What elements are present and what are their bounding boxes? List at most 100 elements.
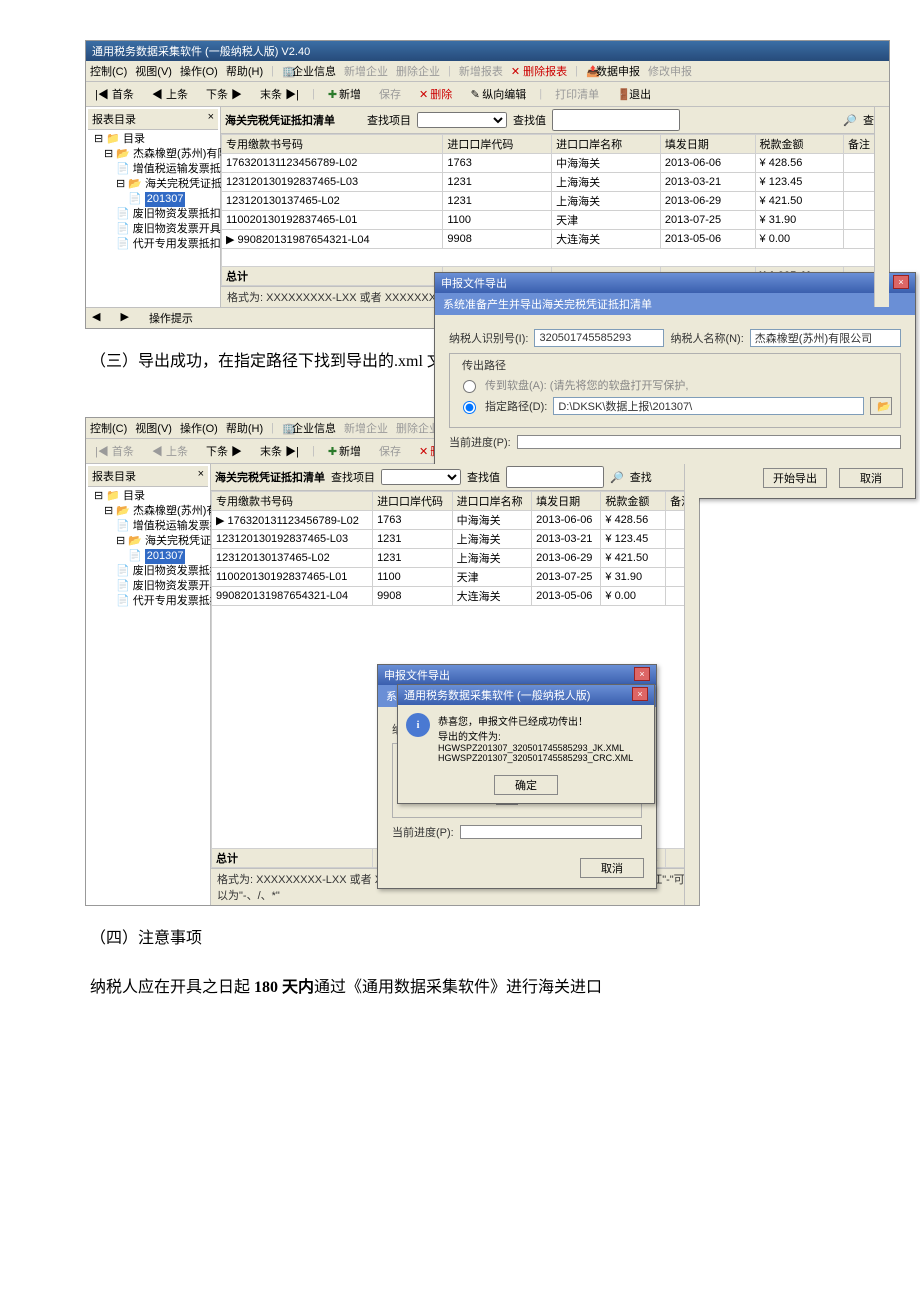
col-header[interactable]: 税款金额 [755, 135, 843, 154]
tree-company[interactable]: ⊟ 📂 杰森橡塑(苏州)有限公司 [94, 504, 206, 519]
last-button[interactable]: 末条 ▶| [255, 84, 304, 104]
taxpayer-id-field[interactable]: 320501745585293 [534, 329, 664, 347]
dialog-close[interactable]: × [634, 667, 650, 681]
vertical-scrollbar[interactable] [684, 464, 699, 905]
first-button[interactable]: |◀ 首条 [90, 441, 139, 461]
col-header[interactable]: 进口口岸代码 [373, 492, 453, 511]
menu-operate[interactable]: 操作(O) [180, 63, 218, 79]
tree-item[interactable]: ⊟ 📂 海关完税凭证抵扣清单 [94, 177, 216, 192]
table-row[interactable]: 990820131987654321-L049908大连海关2013-05-06… [212, 587, 699, 606]
app-title: 通用税务数据采集软件 (一般纳税人版) V2.40 [92, 43, 310, 59]
dialog-close[interactable]: × [893, 275, 909, 289]
output-legend: 传出路径 [458, 357, 510, 373]
exit-button[interactable]: 🚪退出 [612, 84, 656, 104]
search-value-input[interactable] [506, 466, 604, 488]
tree-item[interactable]: 📄 增值税运输发票抵扣清单 [94, 519, 206, 534]
col-header[interactable]: 税款金额 [601, 492, 666, 511]
floppy-radio[interactable] [463, 380, 476, 393]
table-row[interactable]: 123120130192837465-L031231上海海关2013-03-21… [212, 530, 699, 549]
browse-button[interactable]: 📂 [870, 397, 892, 415]
tree-item[interactable]: 📄 废旧物资发票抵扣清单 [94, 564, 206, 579]
prev-button[interactable]: ◀ 上条 [147, 84, 193, 104]
tree-item[interactable]: 📄 代开专用发票抵扣清单 [94, 594, 206, 609]
tree-item-selected[interactable]: 📄 201307 [94, 549, 206, 564]
col-edit-button[interactable]: ✎纵向编辑 [465, 84, 531, 104]
print-button[interactable]: 打印清单 [550, 84, 604, 104]
col-header[interactable]: 填发日期 [660, 135, 755, 154]
next-button[interactable]: 下条 ▶ [201, 84, 247, 104]
ent-info-button[interactable]: 🏢企业信息 [282, 63, 336, 79]
ok-button[interactable]: 确定 [494, 775, 558, 795]
tree-root[interactable]: ⊟ 📁 目录 [94, 489, 206, 504]
taxpayer-name-field[interactable]: 杰森橡塑(苏州)有限公司 [750, 329, 901, 347]
col-header[interactable]: 进口口岸名称 [452, 492, 532, 511]
msgbox-close[interactable]: × [632, 687, 648, 701]
tree-item[interactable]: ⊟ 📂 海关完税凭证抵扣清单 [94, 534, 206, 549]
del-rpt-button[interactable]: ✕ 删除报表 [511, 63, 567, 79]
tree-item[interactable]: 📄 代开专用发票抵扣清单 [94, 237, 216, 252]
menu-control[interactable]: 控制(C) [90, 63, 127, 79]
find-button[interactable]: 查找 [630, 469, 652, 485]
menu-view[interactable]: 视图(V) [135, 420, 172, 436]
cancel-button[interactable]: 取消 [580, 858, 644, 878]
table-row[interactable]: 123120130192837465-L031231上海海关2013-03-21… [222, 173, 889, 192]
data-submit-button[interactable]: 📤数据申报 [586, 63, 640, 79]
menu-operate[interactable]: 操作(O) [180, 420, 218, 436]
mod-submit-button[interactable]: 修改申报 [648, 63, 692, 79]
delete-row-button[interactable]: ✕ 删除 [414, 84, 457, 104]
save-button[interactable]: 保存 [374, 441, 406, 461]
tree-item[interactable]: 📄 废旧物资发票开具清单 [94, 222, 216, 237]
col-header[interactable]: 专用缴款书号码 [212, 492, 373, 511]
table-row[interactable]: ▶ 990820131987654321-L049908大连海关2013-05-… [222, 230, 889, 249]
search-item-select[interactable] [417, 112, 507, 128]
table-row[interactable]: 123120130137465-L021231上海海关2013-06-29¥ 4… [222, 192, 889, 211]
tree-item[interactable]: 📄 废旧物资发票抵扣清单 [94, 207, 216, 222]
menu-control[interactable]: 控制(C) [90, 420, 127, 436]
menu-help[interactable]: 帮助(H) [226, 63, 263, 79]
menu-help[interactable]: 帮助(H) [226, 420, 263, 436]
cancel-button[interactable]: 取消 [839, 468, 903, 488]
prev-button[interactable]: ◀ 上条 [147, 441, 193, 461]
path-radio[interactable] [463, 401, 476, 414]
progress-label: 当前进度(P): [392, 824, 454, 840]
dialog-subtitle: 系统准备产生并导出海关完税凭证抵扣清单 [435, 293, 915, 315]
path-field[interactable]: D:\DKSK\数据上报\201307\ [553, 397, 864, 415]
vertical-scrollbar[interactable] [874, 107, 889, 307]
screenshot-1: 通用税务数据采集软件 (一般纳税人版) V2.40 控制(C) 视图(V) 操作… [85, 40, 890, 329]
msgbox-title: 通用税务数据采集软件 (一般纳税人版) [404, 687, 590, 703]
tree-item[interactable]: 📄 废旧物资发票开具清单 [94, 579, 206, 594]
tree-item-selected[interactable]: 📄 201307 [94, 192, 216, 207]
window-titlebar: 通用税务数据采集软件 (一般纳税人版) V2.40 [86, 41, 889, 61]
col-header[interactable]: 进口口岸代码 [443, 135, 552, 154]
sidebar-close[interactable]: × [208, 111, 214, 127]
start-export-button[interactable]: 开始导出 [763, 468, 827, 488]
first-button[interactable]: |◀ 首条 [90, 84, 139, 104]
ent-info-button[interactable]: 🏢企业信息 [282, 420, 336, 436]
search-value-input[interactable] [552, 109, 680, 131]
table-row[interactable]: ▶ 176320131123456789-L021763中海海关2013-06-… [212, 511, 699, 530]
add-row-button[interactable]: ✚新增 [323, 441, 366, 461]
tree-company[interactable]: ⊟ 📂 杰森橡塑(苏州)有限公司 [94, 147, 216, 162]
sidebar-close[interactable]: × [198, 468, 204, 484]
col-header[interactable]: 填发日期 [532, 492, 601, 511]
col-header[interactable]: 进口口岸名称 [552, 135, 661, 154]
save-button[interactable]: 保存 [374, 84, 406, 104]
search-icon: 🔎 [843, 114, 857, 127]
tree-item[interactable]: 📄 增值税运输发票抵扣清单 [94, 162, 216, 177]
table-row[interactable]: 110020130192837465-L011100天津2013-07-25¥ … [222, 211, 889, 230]
add-ent-button[interactable]: 新增企业 [344, 420, 388, 436]
tree-root[interactable]: ⊟ 📁 目录 [94, 132, 216, 147]
add-ent-button[interactable]: 新增企业 [344, 63, 388, 79]
table-row[interactable]: 176320131123456789-L021763中海海关2013-06-06… [222, 154, 889, 173]
search-item-select[interactable] [381, 469, 461, 485]
menu-view[interactable]: 视图(V) [135, 63, 172, 79]
col-header[interactable]: 专用缴款书号码 [222, 135, 443, 154]
table-row[interactable]: 123120130137465-L021231上海海关2013-06-29¥ 4… [212, 549, 699, 568]
next-button[interactable]: 下条 ▶ [201, 441, 247, 461]
sidebar: 报表目录 × ⊟ 📁 目录 ⊟ 📂 杰森橡塑(苏州)有限公司 📄 增值税运输发票… [86, 107, 221, 307]
last-button[interactable]: 末条 ▶| [255, 441, 304, 461]
add-rpt-button[interactable]: 新增报表 [459, 63, 503, 79]
add-row-button[interactable]: ✚新增 [323, 84, 366, 104]
del-ent-button[interactable]: 删除企业 [396, 63, 440, 79]
table-row[interactable]: 110020130192837465-L011100天津2013-07-25¥ … [212, 568, 699, 587]
